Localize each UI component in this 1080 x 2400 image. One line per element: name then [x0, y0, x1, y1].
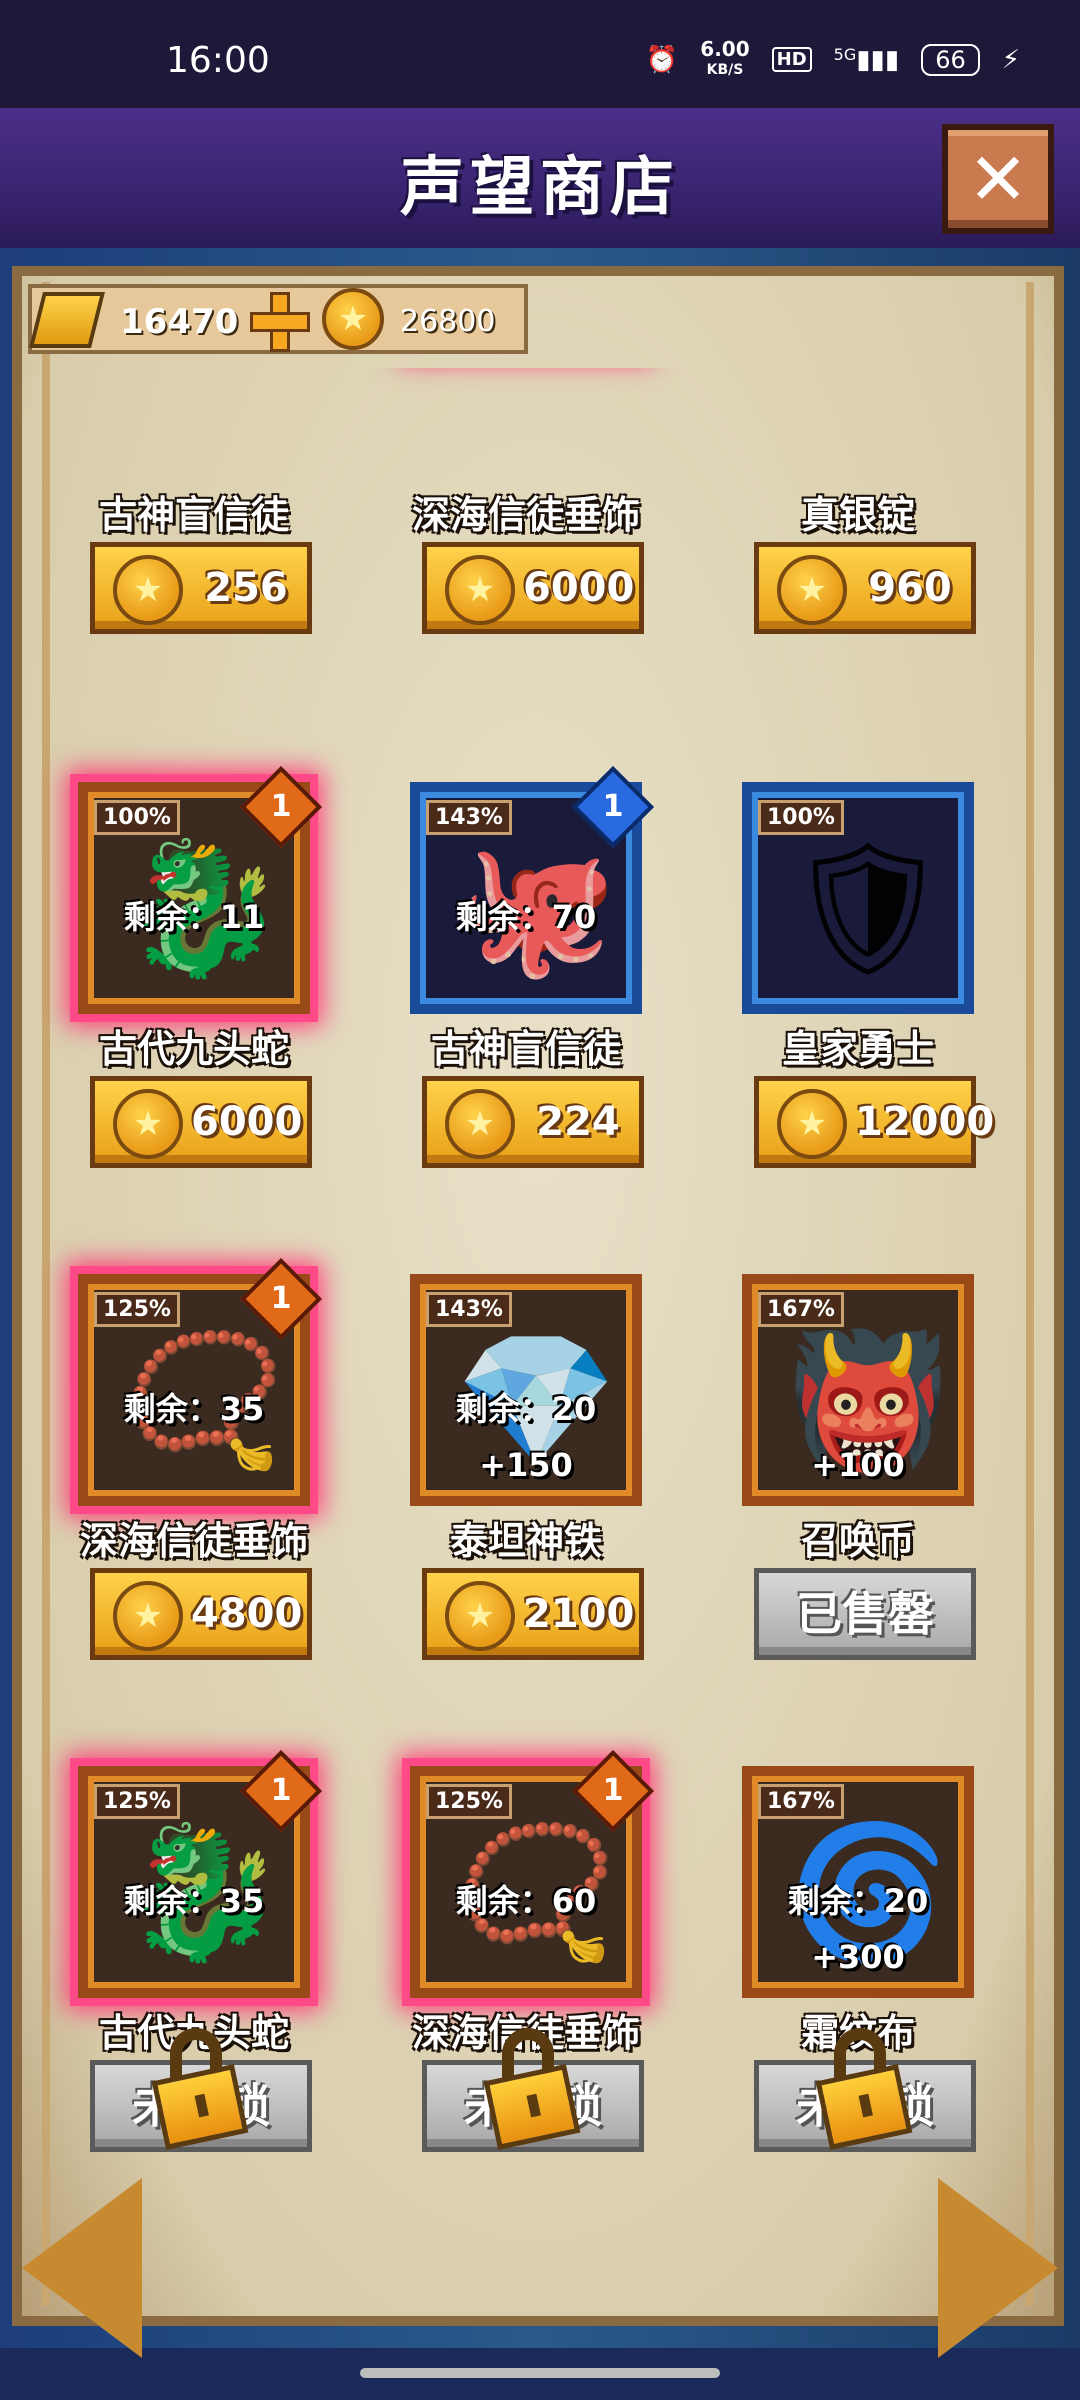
discount-tag: 100% [94, 800, 180, 835]
bonus-amount: +150 [479, 1446, 573, 1484]
lock-icon [482, 2016, 582, 2156]
shop-grid[interactable]: 古神盲信徒 ★ 256 深海信徒垂饰 ★ 6000 真银锭 ★ 960 🐉 10… [40, 368, 1040, 2208]
price: 6000 [191, 1099, 303, 1145]
shop-row: 古神盲信徒 ★ 256 深海信徒垂饰 ★ 6000 真银锭 ★ 960 [40, 368, 1040, 738]
remaining-count: 剩余：20 [787, 1882, 929, 1920]
shop-row: 🐉 125% 1 剩余：35 古代九头蛇 未解锁 📿 125% 1 剩余：60 … [40, 1749, 1040, 2208]
item-frame[interactable]: 🐉 125% 1 剩余：35 [78, 1749, 323, 1998]
shop-row: 📿 125% 1 剩余：35 深海信徒垂饰 ★ 4800 💎 143% 剩余：2… [40, 1257, 1040, 1764]
gold-ingot-icon [29, 292, 105, 348]
price: 6000 [523, 565, 635, 611]
coin-icon: ★ [445, 1581, 515, 1651]
item-name: 古代九头蛇 [98, 1027, 289, 1071]
remaining-count: 剩余：60 [455, 1882, 597, 1920]
buy-button[interactable]: ★ 12000 [754, 1076, 995, 1168]
remaining-count: 剩余：35 [123, 1390, 265, 1428]
add-currency-button[interactable] [250, 292, 310, 352]
item-frame[interactable]: 📿 125% 1 剩余：35 [78, 1257, 323, 1506]
lock-icon [150, 2016, 250, 2156]
coin-icon: ★ [445, 555, 515, 625]
price: 224 [536, 1099, 620, 1145]
alarm-icon: ⏰ [645, 44, 679, 75]
item-name: 深海信徒垂饰 [79, 1519, 308, 1563]
discount-tag: 143% [426, 1292, 512, 1327]
item-name: 皇家勇士 [781, 1027, 934, 1071]
price: 256 [204, 565, 288, 611]
coin-count: 26800 [400, 304, 496, 339]
buy-button[interactable]: ★ 256 [90, 542, 312, 634]
bonus-amount: +300 [811, 1938, 905, 1976]
remaining-count: 剩余：20 [455, 1390, 597, 1428]
buy-button[interactable]: ★ 224 [422, 1076, 644, 1168]
buy-button[interactable]: ★ 6000 [90, 1076, 312, 1168]
item-frame[interactable]: 🛡 100% [742, 782, 974, 1014]
page-title: 声望商店 [400, 151, 680, 225]
signal-icon: 5G▮▮▮ [833, 44, 900, 75]
discount-tag: 167% [758, 1784, 844, 1819]
item-name: 深海信徒垂饰 [411, 493, 640, 537]
buy-button[interactable]: ★ 960 [754, 542, 976, 634]
lock-icon [814, 2016, 914, 2156]
battery-indicator: 66 [921, 43, 980, 76]
bonus-amount: +100 [811, 1446, 905, 1484]
remaining-count: 剩余：70 [455, 898, 597, 936]
item-name: 真银锭 [800, 493, 915, 537]
shop-header: 声望商店 ✕ [0, 108, 1080, 252]
item-frame[interactable]: 🌀 167% 剩余：20 +300 [742, 1766, 974, 1998]
buy-button[interactable]: ★ 6000 [422, 542, 644, 634]
home-indicator[interactable] [360, 2368, 720, 2378]
sold-out-button: 已售罄 [754, 1568, 976, 1660]
shop-scene: 16470 ★ 26800 古神盲信徒 ★ 256 深海信徒垂饰 ★ 6000 [0, 248, 1080, 2358]
royal-warrior-icon: 🛡 [785, 831, 951, 984]
discount-tag: 167% [758, 1292, 844, 1327]
coin-icon: ★ [445, 1089, 515, 1159]
item-name: 古神盲信徒 [430, 1027, 621, 1071]
currency-bar: 16470 ★ 26800 [28, 284, 528, 354]
price: 4800 [191, 1591, 303, 1637]
item-frame[interactable]: 📿 125% 1 剩余：60 [410, 1749, 655, 1998]
ingot-count: 16470 [120, 302, 239, 342]
hd-icon: HD [771, 47, 812, 72]
discount-tag: 125% [94, 1784, 180, 1819]
buy-button[interactable]: ★ 4800 [90, 1568, 312, 1660]
item-name: 召唤币 [800, 1519, 915, 1563]
coin-icon: ★ [113, 555, 183, 625]
buy-button[interactable]: ★ 2100 [422, 1568, 644, 1660]
remaining-count: 剩余：11 [123, 898, 265, 936]
status-bar: 16:00 ⏰ 6.00 KB/S HD 5G▮▮▮ 66 ⚡ [0, 0, 1080, 108]
prev-page-arrow-icon[interactable] [22, 2178, 142, 2358]
item-frame[interactable]: 💎 143% 剩余：20 +150 [410, 1274, 642, 1506]
price: 2100 [523, 1591, 635, 1637]
item-frame[interactable]: 🐙 143% 1 剩余：70 [410, 765, 655, 1014]
coin-icon: ★ [777, 555, 847, 625]
discount-tag: 125% [94, 1292, 180, 1327]
coin-icon: ★ [777, 1089, 847, 1159]
clock: 16:00 [166, 40, 270, 81]
price: 960 [868, 565, 952, 611]
discount-tag: 143% [426, 800, 512, 835]
charging-icon: ⚡ [1001, 44, 1020, 75]
close-button[interactable]: ✕ [942, 124, 1054, 234]
coin-icon: ★ [113, 1581, 183, 1651]
price: 12000 [855, 1099, 995, 1145]
item-frame[interactable]: 🐉 100% 1 剩余：11 [78, 765, 323, 1014]
shop-row: 🐉 100% 1 剩余：11 古代九头蛇 ★ 6000 🐙 143% 1 剩余：… [40, 765, 1040, 1272]
discount-tag: 100% [758, 800, 844, 835]
discount-tag: 125% [426, 1784, 512, 1819]
item-name: 古神盲信徒 [98, 493, 289, 537]
status-icons: ⏰ 6.00 KB/S HD 5G▮▮▮ 66 ⚡ [645, 37, 1020, 79]
network-speed: 6.00 KB/S [700, 37, 750, 78]
item-name: 泰坦神铁 [449, 1519, 602, 1563]
item-frame[interactable]: 👹 167% +100 [742, 1274, 974, 1506]
remaining-count: 剩余：35 [123, 1882, 265, 1920]
coin-icon: ★ [113, 1089, 183, 1159]
next-page-arrow-icon[interactable] [938, 2178, 1058, 2358]
close-icon: ✕ [967, 137, 1029, 221]
coin-icon: ★ [322, 288, 384, 350]
